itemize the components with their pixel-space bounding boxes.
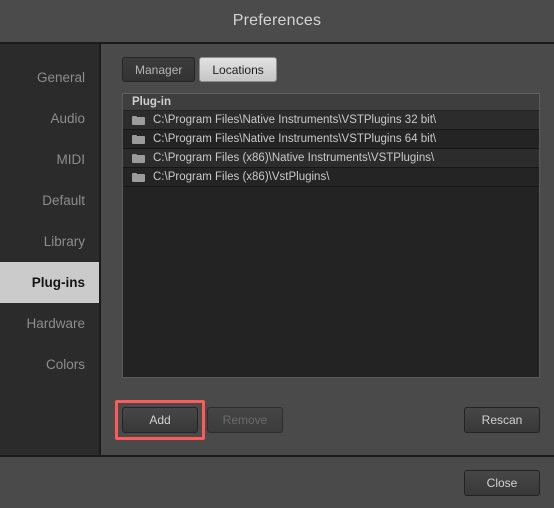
preferences-content: Manager Locations Plug-in C:\Program Fil… [101,44,554,455]
sidebar-item-audio[interactable]: Audio [0,98,99,139]
sidebar-item-label: Default [42,193,85,208]
sidebar-item-midi[interactable]: MIDI [0,139,99,180]
list-column-header-plugin: Plug-in [123,94,539,111]
table-row[interactable]: C:\Program Files (x86)\Native Instrument… [123,149,539,168]
sidebar-item-label: Colors [45,357,85,372]
sidebar-item-label: Plug-ins [31,275,85,290]
window-body: General Audio MIDI Default Library Plug-… [0,44,554,455]
folder-icon [132,153,145,163]
add-button-wrapper: Add [115,400,205,440]
rescan-button-label: Rescan [481,413,523,427]
plugin-locations-list[interactable]: Plug-in C:\Program Files\Native Instrume… [122,93,540,378]
sidebar-item-label: Audio [50,111,85,126]
remove-button-label: Remove [222,413,268,427]
sidebar-item-colors[interactable]: Colors [0,344,99,385]
table-row[interactable]: C:\Program Files\Native Instruments\VSTP… [123,130,539,149]
sidebar-item-label: Hardware [26,316,85,331]
tab-label: Locations [212,62,264,77]
window-titlebar: Preferences [0,0,554,44]
sidebar-item-label: General [36,70,85,85]
dialog-footer: Close [0,455,554,508]
plugin-path-label: C:\Program Files\Native Instruments\VSTP… [153,133,437,145]
preferences-window: Preferences General Audio MIDI Default L… [0,0,554,508]
plugin-path-label: C:\Program Files (x86)\Native Instrument… [153,152,435,164]
sidebar-item-hardware[interactable]: Hardware [0,303,99,344]
table-row[interactable]: C:\Program Files\Native Instruments\VSTP… [123,111,539,130]
tab-label: Manager [135,62,183,77]
plugin-path-label: C:\Program Files\Native Instruments\VSTP… [153,114,437,126]
folder-icon [132,172,145,182]
plugin-actions-row: Add Remove Rescan [115,400,540,440]
rescan-button[interactable]: Rescan [464,407,540,433]
remove-button[interactable]: Remove [207,407,283,433]
tab-locations[interactable]: Locations [199,57,277,82]
plugin-path-label: C:\Program Files (x86)\VstPlugins\ [153,171,330,183]
sidebar-item-library[interactable]: Library [0,221,99,262]
column-header-label: Plug-in [132,96,171,108]
folder-icon [132,134,145,144]
window-title: Preferences [232,12,322,29]
close-button[interactable]: Close [464,469,540,496]
sidebar-item-plug-ins[interactable]: Plug-ins [0,262,99,303]
plugins-tabbar: Manager Locations [122,57,540,82]
sidebar-item-label: Library [43,234,85,249]
add-button-label: Add [149,413,171,427]
tab-manager[interactable]: Manager [122,57,196,82]
sidebar-item-general[interactable]: General [0,57,99,98]
table-row[interactable]: C:\Program Files (x86)\VstPlugins\ [123,168,539,187]
close-button-label: Close [486,475,518,490]
sidebar-item-default[interactable]: Default [0,180,99,221]
add-button[interactable]: Add [122,407,198,433]
preferences-sidebar: General Audio MIDI Default Library Plug-… [0,44,101,455]
sidebar-item-label: MIDI [56,152,86,167]
folder-icon [132,115,145,125]
